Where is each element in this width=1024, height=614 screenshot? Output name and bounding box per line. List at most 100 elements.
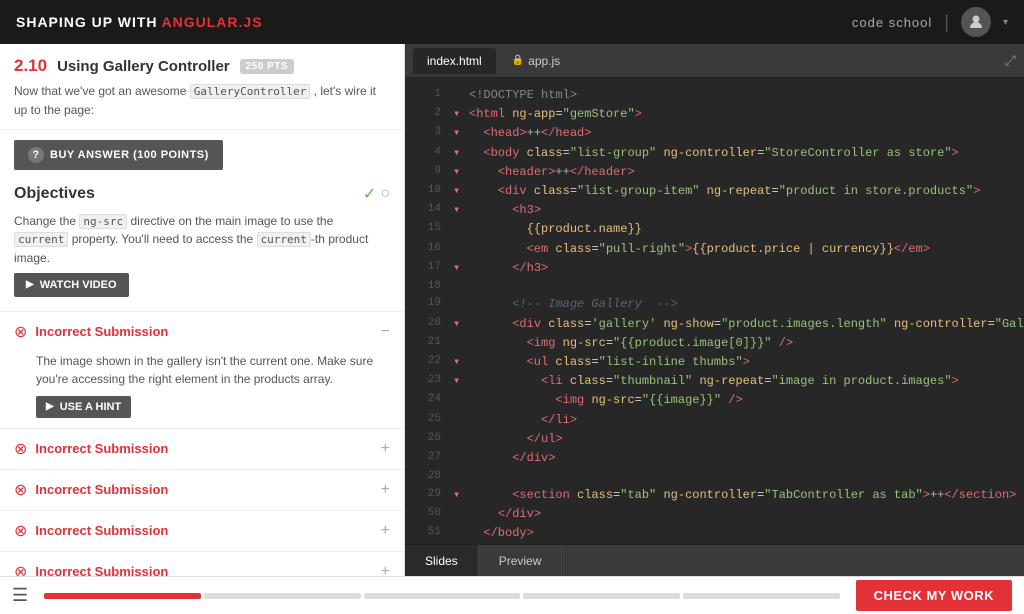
logo: SHAPING UP WITH ANGULAR.JS <box>16 14 263 30</box>
code-line-22: 22 ▾ <ul class="list-inline thumbs"> <box>405 353 1024 372</box>
check-circle-icon: ✓ <box>363 184 376 204</box>
question-icon: ? <box>28 147 44 163</box>
objective-text: Change the ng-src directive on the main … <box>14 212 390 267</box>
logo-shaping: SHAPING UP WITH <box>16 14 158 30</box>
expand-icon-4[interactable]: + <box>381 522 390 540</box>
submission-detail-text: The image shown in the gallery isn't the… <box>36 352 390 388</box>
submission-left-4: ⊗ Incorrect Submission <box>14 521 168 541</box>
lesson-header: 2.10 Using Gallery Controller 250 PTS No… <box>0 44 404 130</box>
hint-label: USE A HINT <box>60 401 122 413</box>
code-line-2: 2 ▾ <html ng-app="gemStore"> <box>405 105 1024 124</box>
code-line-28: 28 <box>405 468 1024 486</box>
bottom-tabs: Slides Preview <box>405 544 1024 576</box>
use-hint-button[interactable]: ▶ USE A HINT <box>36 396 131 418</box>
code-line-21: 21 <img ng-src="{{product.image[0]}}" /> <box>405 334 1024 353</box>
expand-editor-icon[interactable]: ⤢ <box>1005 52 1016 69</box>
submission-left-5: ⊗ Incorrect Submission <box>14 562 168 577</box>
submission-expanded-1: The image shown in the gallery isn't the… <box>0 352 404 428</box>
code-line-23: 23 ▾ <li class="thumbnail" ng-repeat="im… <box>405 372 1024 391</box>
submission-label-3: Incorrect Submission <box>35 482 168 497</box>
code-line-50: 50 </div> <box>405 505 1024 524</box>
code-area[interactable]: 1 <!DOCTYPE html> 2 ▾ <html ng-app="gemS… <box>405 78 1024 544</box>
submission-header-5[interactable]: ⊗ Incorrect Submission + <box>0 552 404 577</box>
expand-icon-3[interactable]: + <box>381 481 390 499</box>
objectives-header: Objectives ✓ ○ <box>14 184 390 204</box>
submission-left-2: ⊗ Incorrect Submission <box>14 439 168 459</box>
progress-bar-4 <box>523 593 680 599</box>
hint-icon: ▶ <box>46 401 54 412</box>
check-my-work-button[interactable]: CHECK MY WORK <box>856 580 1012 611</box>
code-line-26: 26 </ul> <box>405 430 1024 449</box>
current-code: current <box>14 232 68 247</box>
submission-item-2: ⊗ Incorrect Submission + <box>0 429 404 470</box>
main-content: 2.10 Using Gallery Controller 250 PTS No… <box>0 44 1024 576</box>
tab-preview[interactable]: Preview <box>479 545 563 576</box>
circle-outline-icon: ○ <box>380 185 390 203</box>
submission-header-3[interactable]: ⊗ Incorrect Submission + <box>0 470 404 510</box>
code-line-4: 4 ▾ <body class="list-group" ng-controll… <box>405 144 1024 163</box>
submission-item-5: ⊗ Incorrect Submission + <box>0 552 404 577</box>
submission-left-1: ⊗ Incorrect Submission <box>14 322 168 342</box>
objectives-icons: ✓ ○ <box>363 184 390 204</box>
submission-item-1: ⊗ Incorrect Submission − The image shown… <box>0 312 404 429</box>
code-line-25: 25 </li> <box>405 411 1024 430</box>
submissions-list: ⊗ Incorrect Submission − The image shown… <box>0 312 404 577</box>
lesson-pts: 250 PTS <box>240 59 294 74</box>
expand-icon-5[interactable]: + <box>381 563 390 577</box>
code-line-14: 14 ▾ <h3> <box>405 201 1024 220</box>
code-line-1: 1 <!DOCTYPE html> <box>405 86 1024 105</box>
submission-header-1[interactable]: ⊗ Incorrect Submission − <box>0 312 404 352</box>
hamburger-icon[interactable]: ☰ <box>12 585 28 606</box>
submission-label-4: Incorrect Submission <box>35 523 168 538</box>
left-panel: 2.10 Using Gallery Controller 250 PTS No… <box>0 44 405 576</box>
buy-answer-button[interactable]: ? BUY ANSWER (100 POINTS) <box>14 140 223 170</box>
code-line-9: 9 ▾ <header>++</header> <box>405 163 1024 182</box>
code-line-24: 24 <img ng-src="{{image}}" /> <box>405 391 1024 410</box>
header-divider: | <box>944 12 949 33</box>
error-icon-1: ⊗ <box>14 322 27 342</box>
code-line-27: 27 </div> <box>405 449 1024 468</box>
objectives-section: Objectives ✓ ○ Change the ng-src directi… <box>0 174 404 312</box>
buy-answer-label: BUY ANSWER (100 POINTS) <box>50 149 209 161</box>
collapse-icon-1[interactable]: − <box>381 323 390 341</box>
header-right: code school | ▾ <box>852 7 1008 37</box>
expand-icon-2[interactable]: + <box>381 440 390 458</box>
lesson-desc-code: GalleryController <box>190 84 311 99</box>
code-line-16: 16 <em class="pull-right">{{product.pric… <box>405 240 1024 259</box>
tab-app-js[interactable]: 🔒 app.js <box>498 48 574 74</box>
code-line-51: 51 </body> <box>405 524 1024 543</box>
editor-tabs: index.html 🔒 app.js ⤢ <box>405 44 1024 78</box>
right-panel: index.html 🔒 app.js ⤢ 1 <!DOCTYPE html> … <box>405 44 1024 576</box>
chevron-down-icon[interactable]: ▾ <box>1003 17 1008 28</box>
submission-label-2: Incorrect Submission <box>35 441 168 456</box>
error-icon-2: ⊗ <box>14 439 27 459</box>
code-line-17: 17 ▾ </h3> <box>405 259 1024 278</box>
submission-label-5: Incorrect Submission <box>35 564 168 576</box>
error-icon-4: ⊗ <box>14 521 27 541</box>
footer: ☰ CHECK MY WORK <box>0 576 1024 614</box>
submission-left-3: ⊗ Incorrect Submission <box>14 480 168 500</box>
tab-slides[interactable]: Slides <box>405 545 479 576</box>
tab-index-html[interactable]: index.html <box>413 48 496 74</box>
watch-video-button[interactable]: ▶ WATCH VIDEO <box>14 273 129 297</box>
lesson-description: Now that we've got an awesome GalleryCon… <box>14 82 390 119</box>
progress-bar-2 <box>204 593 361 599</box>
play-icon: ▶ <box>26 279 34 290</box>
error-icon-3: ⊗ <box>14 480 27 500</box>
progress-bar-5 <box>683 593 840 599</box>
submission-header-2[interactable]: ⊗ Incorrect Submission + <box>0 429 404 469</box>
code-line-19: 19 <!-- Image Gallery --> <box>405 295 1024 314</box>
submission-item-4: ⊗ Incorrect Submission + <box>0 511 404 552</box>
code-line-18: 18 <box>405 278 1024 296</box>
progress-bar-1 <box>44 593 201 599</box>
submission-header-4[interactable]: ⊗ Incorrect Submission + <box>0 511 404 551</box>
lesson-title: Using Gallery Controller <box>57 58 230 75</box>
code-line-3: 3 ▾ <head>++</head> <box>405 124 1024 143</box>
progress-bars <box>44 593 839 599</box>
ng-src-code: ng-src <box>79 214 127 229</box>
lesson-desc-before: Now that we've got an awesome <box>14 84 186 98</box>
lock-icon: 🔒 <box>512 55 524 66</box>
logo-angular: ANGULAR.JS <box>162 14 263 30</box>
objectives-title: Objectives <box>14 185 95 203</box>
avatar[interactable] <box>961 7 991 37</box>
